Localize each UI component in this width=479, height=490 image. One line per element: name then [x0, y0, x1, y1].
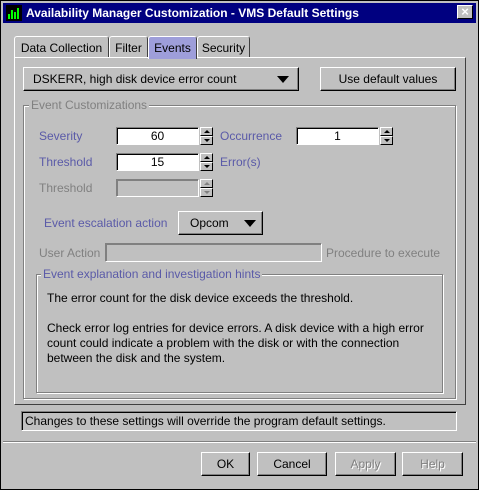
ok-button[interactable]: OK	[201, 452, 250, 476]
stepper-up-icon[interactable]	[200, 127, 213, 136]
threshold-unit-label: Error(s)	[220, 155, 261, 169]
stepper-down-icon	[200, 188, 213, 197]
close-icon: ×	[461, 4, 469, 19]
window-title: Availability Manager Customization - VMS…	[26, 6, 359, 20]
occurrence-stepper[interactable]	[380, 127, 393, 145]
threshold-label: Threshold	[39, 155, 93, 169]
occurrence-field[interactable]: 1	[296, 127, 379, 145]
event-select-value: DSKERR, high disk device error count	[33, 72, 237, 86]
status-message: Changes to these settings will override …	[21, 411, 457, 431]
escalation-select-value: Opcom	[190, 216, 229, 230]
stepper-up-icon[interactable]	[200, 153, 213, 162]
button-label: Apply	[350, 457, 381, 471]
stepper-down-icon[interactable]	[200, 162, 213, 171]
stepper-up-icon[interactable]	[380, 127, 393, 136]
help-button[interactable]: Help	[402, 452, 463, 476]
apply-button[interactable]: Apply	[335, 452, 396, 476]
button-label: Cancel	[273, 457, 311, 471]
customization-dialog: Availability Manager Customization - VMS…	[0, 0, 479, 490]
divider	[3, 441, 476, 443]
button-label: Use default values	[338, 72, 438, 86]
severity-field[interactable]: 60	[116, 127, 199, 145]
tab-events[interactable]: Events	[148, 36, 197, 59]
title-bar[interactable]: Availability Manager Customization - VMS…	[3, 3, 476, 23]
stepper-down-icon[interactable]	[380, 136, 393, 145]
tab-filter[interactable]: Filter	[109, 36, 148, 58]
cancel-button[interactable]: Cancel	[257, 452, 327, 476]
procedure-label: Procedure to execute	[326, 246, 441, 260]
escalation-label: Event escalation action	[44, 216, 168, 230]
tab-label: Filter	[115, 40, 142, 55]
user-action-label: User Action	[39, 246, 101, 260]
tab-label: Events	[154, 41, 191, 55]
close-button[interactable]: ×	[457, 5, 473, 19]
occurrence-label: Occurrence	[220, 129, 283, 143]
chevron-down-icon	[277, 75, 289, 83]
hint-line: Check error log entries for device error…	[47, 321, 424, 335]
event-hints-title: Event explanation and investigation hint…	[41, 267, 263, 281]
tab-data-collection[interactable]: Data Collection	[14, 36, 109, 58]
hint-line: The error count for the disk device exce…	[47, 291, 354, 305]
threshold-stepper[interactable]	[200, 153, 213, 171]
hint-line: between the disk and the system.	[47, 351, 226, 365]
threshold2-stepper	[200, 179, 213, 197]
event-select[interactable]: DSKERR, high disk device error count	[23, 67, 299, 91]
chevron-down-icon	[244, 219, 256, 227]
escalation-select[interactable]: Opcom	[178, 211, 263, 235]
severity-stepper[interactable]	[200, 127, 213, 145]
button-label: OK	[216, 457, 235, 471]
event-customizations-title: Event Customizations	[29, 98, 150, 112]
use-default-values-button[interactable]: Use default values	[320, 67, 456, 91]
threshold-field[interactable]: 15	[116, 153, 199, 171]
stepper-down-icon[interactable]	[200, 136, 213, 145]
user-action-field	[105, 243, 322, 262]
button-label: Help	[420, 457, 445, 471]
tab-label: Data Collection	[20, 40, 103, 55]
threshold2-label: Threshold	[39, 181, 93, 195]
threshold2-field	[116, 179, 199, 197]
stepper-up-icon	[200, 179, 213, 188]
app-icon	[6, 5, 22, 21]
tab-security[interactable]: Security	[197, 36, 250, 58]
hint-line: count could indicate a problem with the …	[47, 336, 400, 350]
severity-label: Severity	[39, 129, 83, 143]
tab-label: Security	[201, 40, 246, 55]
